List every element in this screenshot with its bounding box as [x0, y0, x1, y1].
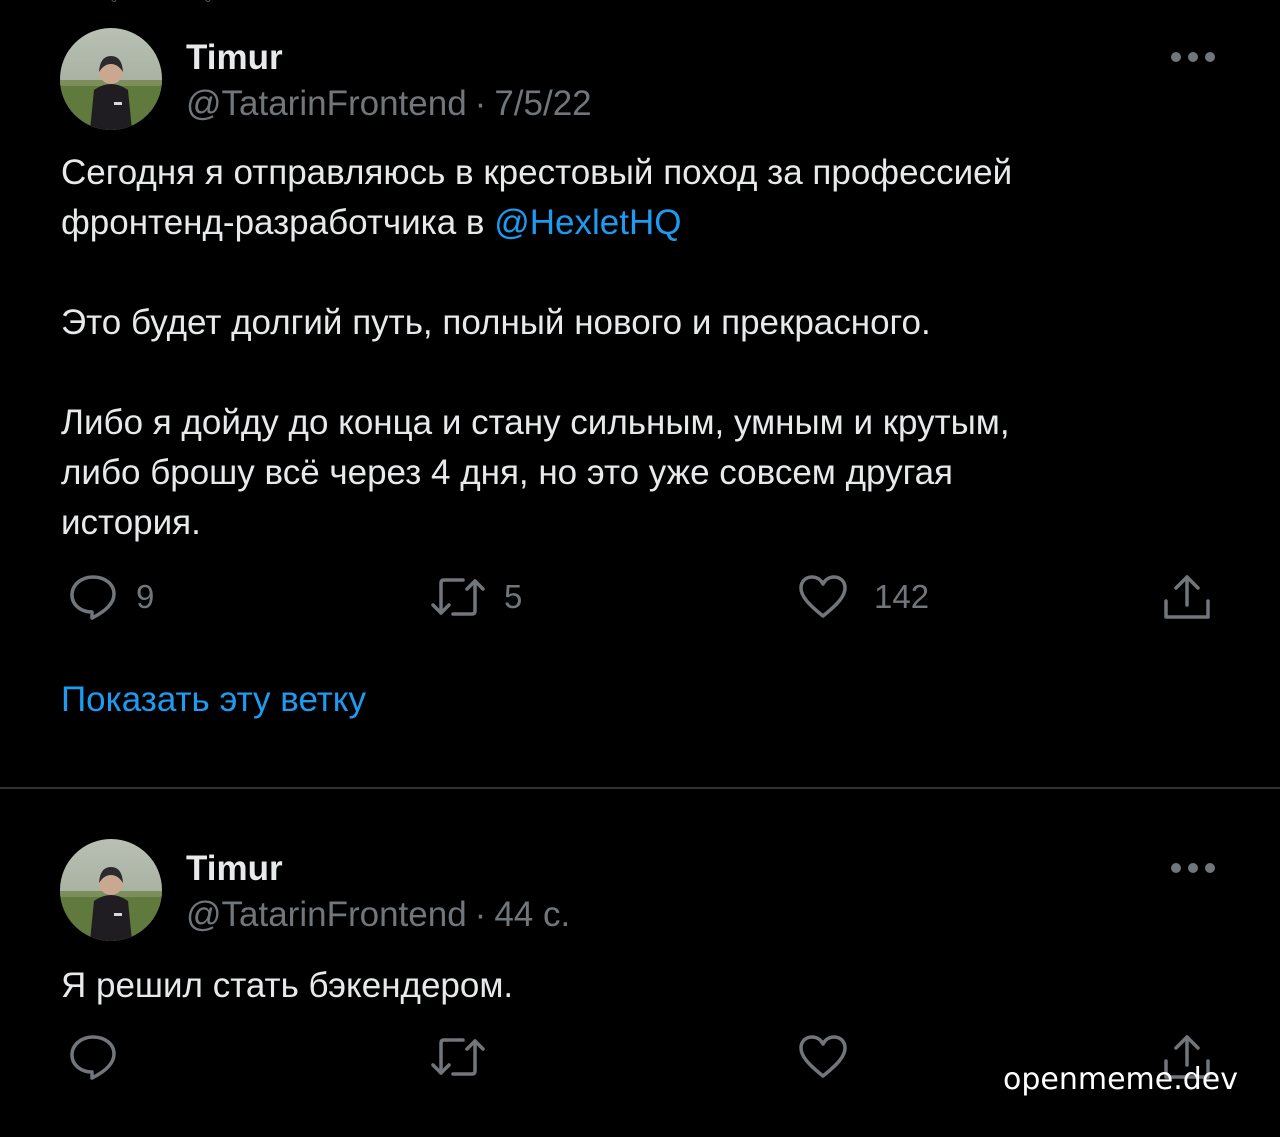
- tweet-line: история.: [61, 503, 201, 542]
- tweet-line: либо брошу всё через 4 дня, но это уже с…: [61, 453, 954, 492]
- like-button[interactable]: 142: [798, 572, 929, 622]
- reply-button[interactable]: [68, 1032, 118, 1082]
- like-count: 142: [874, 578, 930, 615]
- share-button[interactable]: [1162, 572, 1212, 622]
- author-name[interactable]: Timur: [186, 38, 283, 78]
- author-handle[interactable]: @TatarinFrontend: [186, 84, 467, 123]
- like-button[interactable]: [798, 1032, 848, 1082]
- tweet-line: Сегодня я отправляюсь в крестовый поход …: [61, 153, 1013, 192]
- avatar[interactable]: [60, 839, 162, 941]
- avatar[interactable]: [60, 28, 162, 130]
- tweet[interactable]: Timur @TatarinFrontend · 7/5/22 Сегодня я …: [0, 0, 1280, 788]
- tweet-text: Я решил стать бэкендером.: [61, 961, 1231, 1011]
- tweet-timestamp[interactable]: 44 с.: [494, 895, 570, 934]
- more-icon[interactable]: [1170, 50, 1216, 62]
- tweet-line: Это будет долгий путь, полный нового и п…: [61, 303, 931, 342]
- author-handle[interactable]: @TatarinFrontend: [186, 895, 467, 934]
- share-icon: [1164, 575, 1210, 619]
- mention-link[interactable]: @HexletHQ: [494, 203, 681, 242]
- reply-icon: [70, 575, 116, 620]
- tweet-line: фронтенд-разработчика в @HexletHQ: [61, 198, 1231, 248]
- retweet-icon: [431, 1038, 485, 1076]
- retweet-count: 5: [504, 578, 523, 615]
- tweet-meta: @TatarinFrontend · 7/5/22: [186, 84, 592, 124]
- meta-separator: ·: [474, 84, 487, 123]
- reply-button[interactable]: 9: [68, 572, 154, 622]
- retweet-button[interactable]: [430, 1032, 486, 1082]
- retweet-button[interactable]: 5: [430, 572, 522, 622]
- tweet-line-text: фронтенд-разработчика в: [61, 203, 495, 242]
- tweet-text: Сегодня я отправляюсь в крестовый поход …: [61, 148, 1231, 548]
- tweet-line: Я решил стать бэкендером.: [61, 966, 514, 1005]
- tweet-meta: @TatarinFrontend · 44 с.: [186, 895, 570, 935]
- author-name[interactable]: Timur: [186, 849, 283, 889]
- show-thread-link[interactable]: Показать эту ветку: [61, 680, 366, 720]
- watermark: openmeme.dev: [1003, 1062, 1239, 1097]
- tweet-timestamp[interactable]: 7/5/22: [494, 84, 591, 123]
- like-icon: [799, 575, 847, 618]
- meta-separator: ·: [474, 895, 487, 934]
- like-icon: [799, 1035, 847, 1078]
- reply-count: 9: [136, 578, 155, 615]
- reply-icon: [70, 1035, 116, 1080]
- tweet-line: Либо я дойду до конца и стану сильным, у…: [61, 403, 1010, 442]
- more-icon[interactable]: [1170, 861, 1216, 873]
- retweet-icon: [431, 578, 485, 616]
